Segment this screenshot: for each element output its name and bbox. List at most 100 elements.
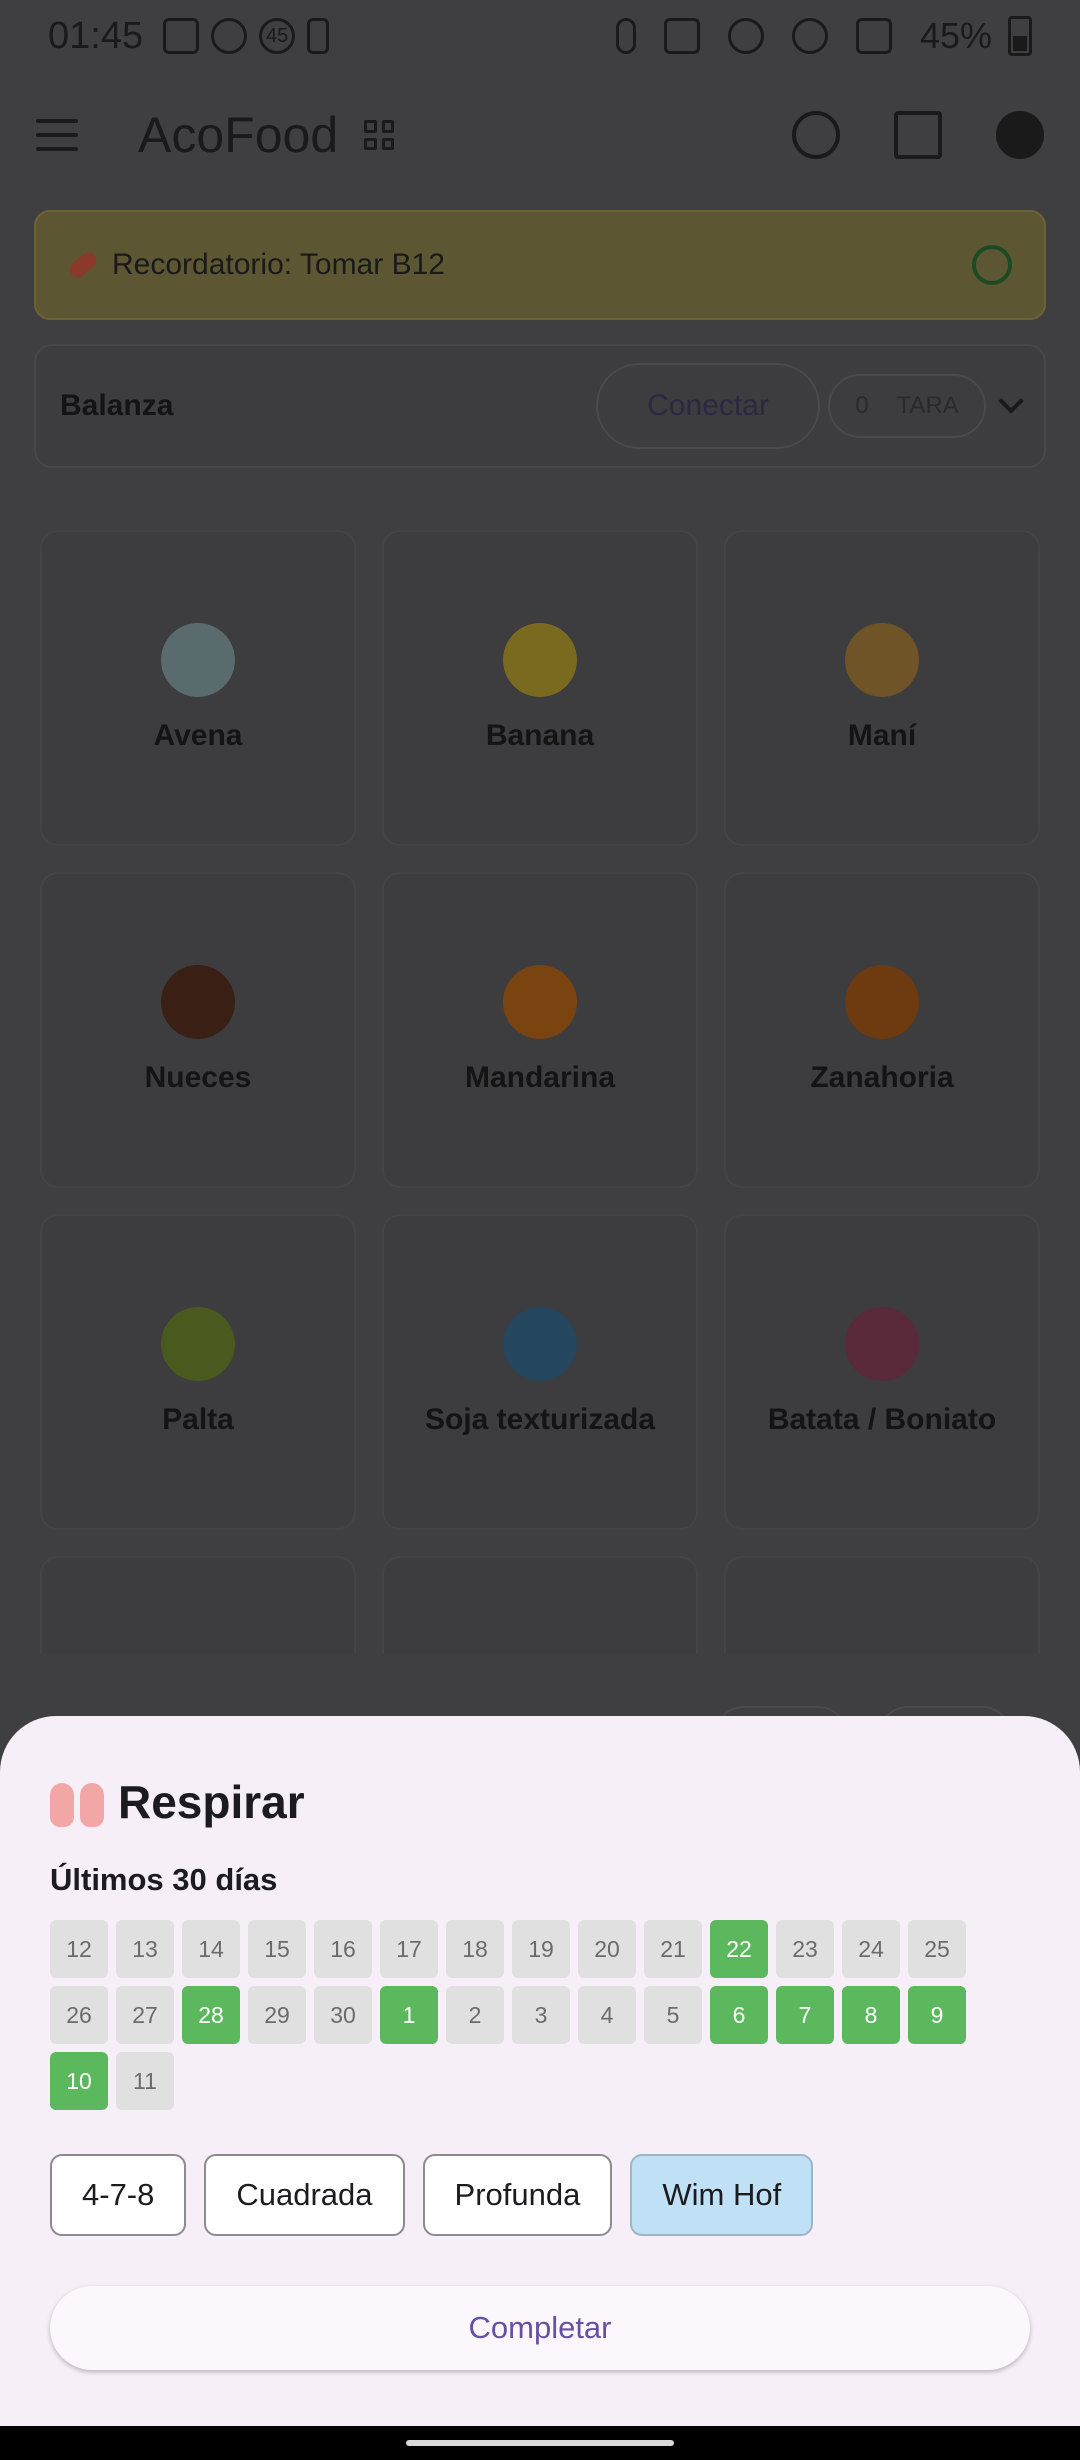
day-cell: 3 — [512, 1986, 570, 2044]
lungs-icon — [50, 1777, 104, 1827]
food-card[interactable]: Zanahoria — [724, 872, 1040, 1188]
day-cell-done: 8 — [842, 1986, 900, 2044]
food-grid: Avena Banana Maní Nueces Mandarina Zanahoria P… — [40, 530, 1040, 1654]
breathing-bottom-sheet: Respirar Últimos 30 días 12 13 14 15 16 17 18 1… — [0, 1716, 1080, 2426]
food-name: Mandarina — [464, 1061, 616, 1094]
day-cell: 16 — [314, 1920, 372, 1978]
food-card[interactable]: Batata / Boniato — [724, 1214, 1040, 1530]
day-tracker: 12 13 14 15 16 17 18 19 20 21 22 23 24 25 26 27 28 29 30 1 2… — [50, 1920, 1030, 2110]
technique-chip[interactable]: Cuadrada — [204, 2154, 405, 2236]
food-name: Soja texturizada — [424, 1403, 656, 1436]
day-cell: 4 — [578, 1986, 636, 2044]
app-bar: AcoFood — [0, 72, 1080, 198]
rice-bowl-icon — [161, 623, 235, 697]
chestnut-icon — [161, 965, 235, 1039]
carrot-icon — [845, 965, 919, 1039]
food-card-partial[interactable] — [382, 1556, 698, 1654]
chevron-down-icon[interactable] — [998, 388, 1024, 414]
reminder-text: Recordatorio: Tomar B12 — [112, 248, 445, 281]
day-cell: 24 — [842, 1920, 900, 1978]
day-cell-done: 9 — [908, 1986, 966, 2044]
battery-percent: 45% — [919, 15, 992, 56]
gesture-handle[interactable] — [406, 2440, 674, 2446]
day-cell: 12 — [50, 1920, 108, 1978]
day-cell: 14 — [182, 1920, 240, 1978]
technique-chip[interactable]: Profunda — [422, 2154, 613, 2236]
food-name: Zanahoria — [810, 1061, 954, 1094]
apps-grid-icon[interactable] — [364, 120, 395, 150]
food-name: Nueces — [144, 1061, 252, 1094]
food-card[interactable]: Mandarina — [382, 872, 698, 1188]
food-card[interactable]: Banana — [382, 530, 698, 846]
battery-icon — [1008, 16, 1032, 56]
food-card[interactable]: Nueces — [40, 872, 356, 1188]
food-card[interactable]: Soja texturizada — [382, 1214, 698, 1530]
sweet-potato-icon — [845, 1307, 919, 1381]
day-cell-done: 1 — [380, 1986, 438, 2044]
day-cell-done: 7 — [776, 1986, 834, 2044]
day-cell: 27 — [116, 1986, 174, 2044]
battery-saver-icon — [307, 18, 330, 54]
bluetooth-icon — [615, 18, 636, 54]
day-cell: 23 — [776, 1920, 834, 1978]
system-nav-bar — [0, 2426, 1080, 2460]
sigma-icon — [163, 18, 200, 54]
tara-control[interactable]: 0 TARA — [828, 374, 986, 438]
food-name: Maní — [847, 719, 917, 752]
food-card[interactable]: Palta — [40, 1214, 356, 1530]
sheet-title: Respirar — [50, 1772, 1030, 1832]
tara-label: TARA — [896, 392, 959, 419]
connect-button[interactable]: Conectar — [596, 363, 820, 449]
nfc-icon — [663, 18, 700, 54]
bowl-icon — [503, 1307, 577, 1381]
food-card[interactable]: Maní — [724, 530, 1040, 846]
day-cell-done: 22 — [710, 1920, 768, 1978]
day-cell: 11 — [116, 2052, 174, 2110]
check-circle-icon[interactable] — [972, 245, 1012, 285]
reminder-banner[interactable]: Recordatorio: Tomar B12 — [34, 210, 1046, 320]
day-cell: 2 — [446, 1986, 504, 2044]
menu-icon[interactable] — [36, 119, 78, 151]
day-cell: 5 — [644, 1986, 702, 2044]
technique-selector: 4-7-8 Cuadrada Profunda Wim Hof — [50, 2154, 1030, 2236]
technique-chip[interactable]: 4-7-8 — [50, 2154, 187, 2236]
avocado-icon — [161, 1307, 235, 1381]
day-cell-done: 6 — [710, 1986, 768, 2044]
tangerine-icon — [503, 965, 577, 1039]
day-cell: 15 — [248, 1920, 306, 1978]
food-card[interactable]: Avena — [40, 530, 356, 846]
scale-value: 0 — [855, 392, 869, 419]
day-cell-done: 28 — [182, 1986, 240, 2044]
settings-icon — [211, 18, 248, 54]
day-cell: 21 — [644, 1920, 702, 1978]
notification-badge-icon: 45 — [259, 18, 296, 54]
status-time: 01:45 — [48, 14, 144, 57]
food-name: Batata / Boniato — [767, 1403, 997, 1436]
theme-toggle-icon[interactable] — [996, 111, 1044, 159]
status-bar: 01:45 45 45% — [0, 0, 1080, 72]
app-title: AcoFood — [138, 107, 339, 163]
day-cell: 20 — [578, 1920, 636, 1978]
complete-button[interactable]: Completar — [50, 2286, 1030, 2370]
dashboard-icon[interactable] — [894, 111, 942, 159]
alarm-icon — [727, 18, 764, 54]
day-cell: 25 — [908, 1920, 966, 1978]
technique-chip[interactable]: Wim Hof — [630, 2154, 814, 2236]
day-cell: 19 — [512, 1920, 570, 1978]
peanut-icon — [845, 623, 919, 697]
day-cell: 29 — [248, 1986, 306, 2044]
day-cell-done: 10 — [50, 2052, 108, 2110]
food-grid-viewport: Avena Banana Maní Nueces Mandarina Zanahoria P… — [0, 530, 1080, 1654]
day-cell: 13 — [116, 1920, 174, 1978]
wifi-icon — [791, 18, 828, 54]
day-cell: 26 — [50, 1986, 108, 2044]
signal-icon — [855, 18, 892, 54]
banana-icon — [503, 623, 577, 697]
food-card-partial[interactable] — [724, 1556, 1040, 1654]
sheet-title-text: Respirar — [118, 1776, 305, 1828]
food-card-partial[interactable] — [40, 1556, 356, 1654]
food-name: Banana — [485, 719, 595, 752]
day-cell: 30 — [314, 1986, 372, 2044]
day-cell: 17 — [380, 1920, 438, 1978]
task-check-icon[interactable] — [792, 111, 840, 159]
